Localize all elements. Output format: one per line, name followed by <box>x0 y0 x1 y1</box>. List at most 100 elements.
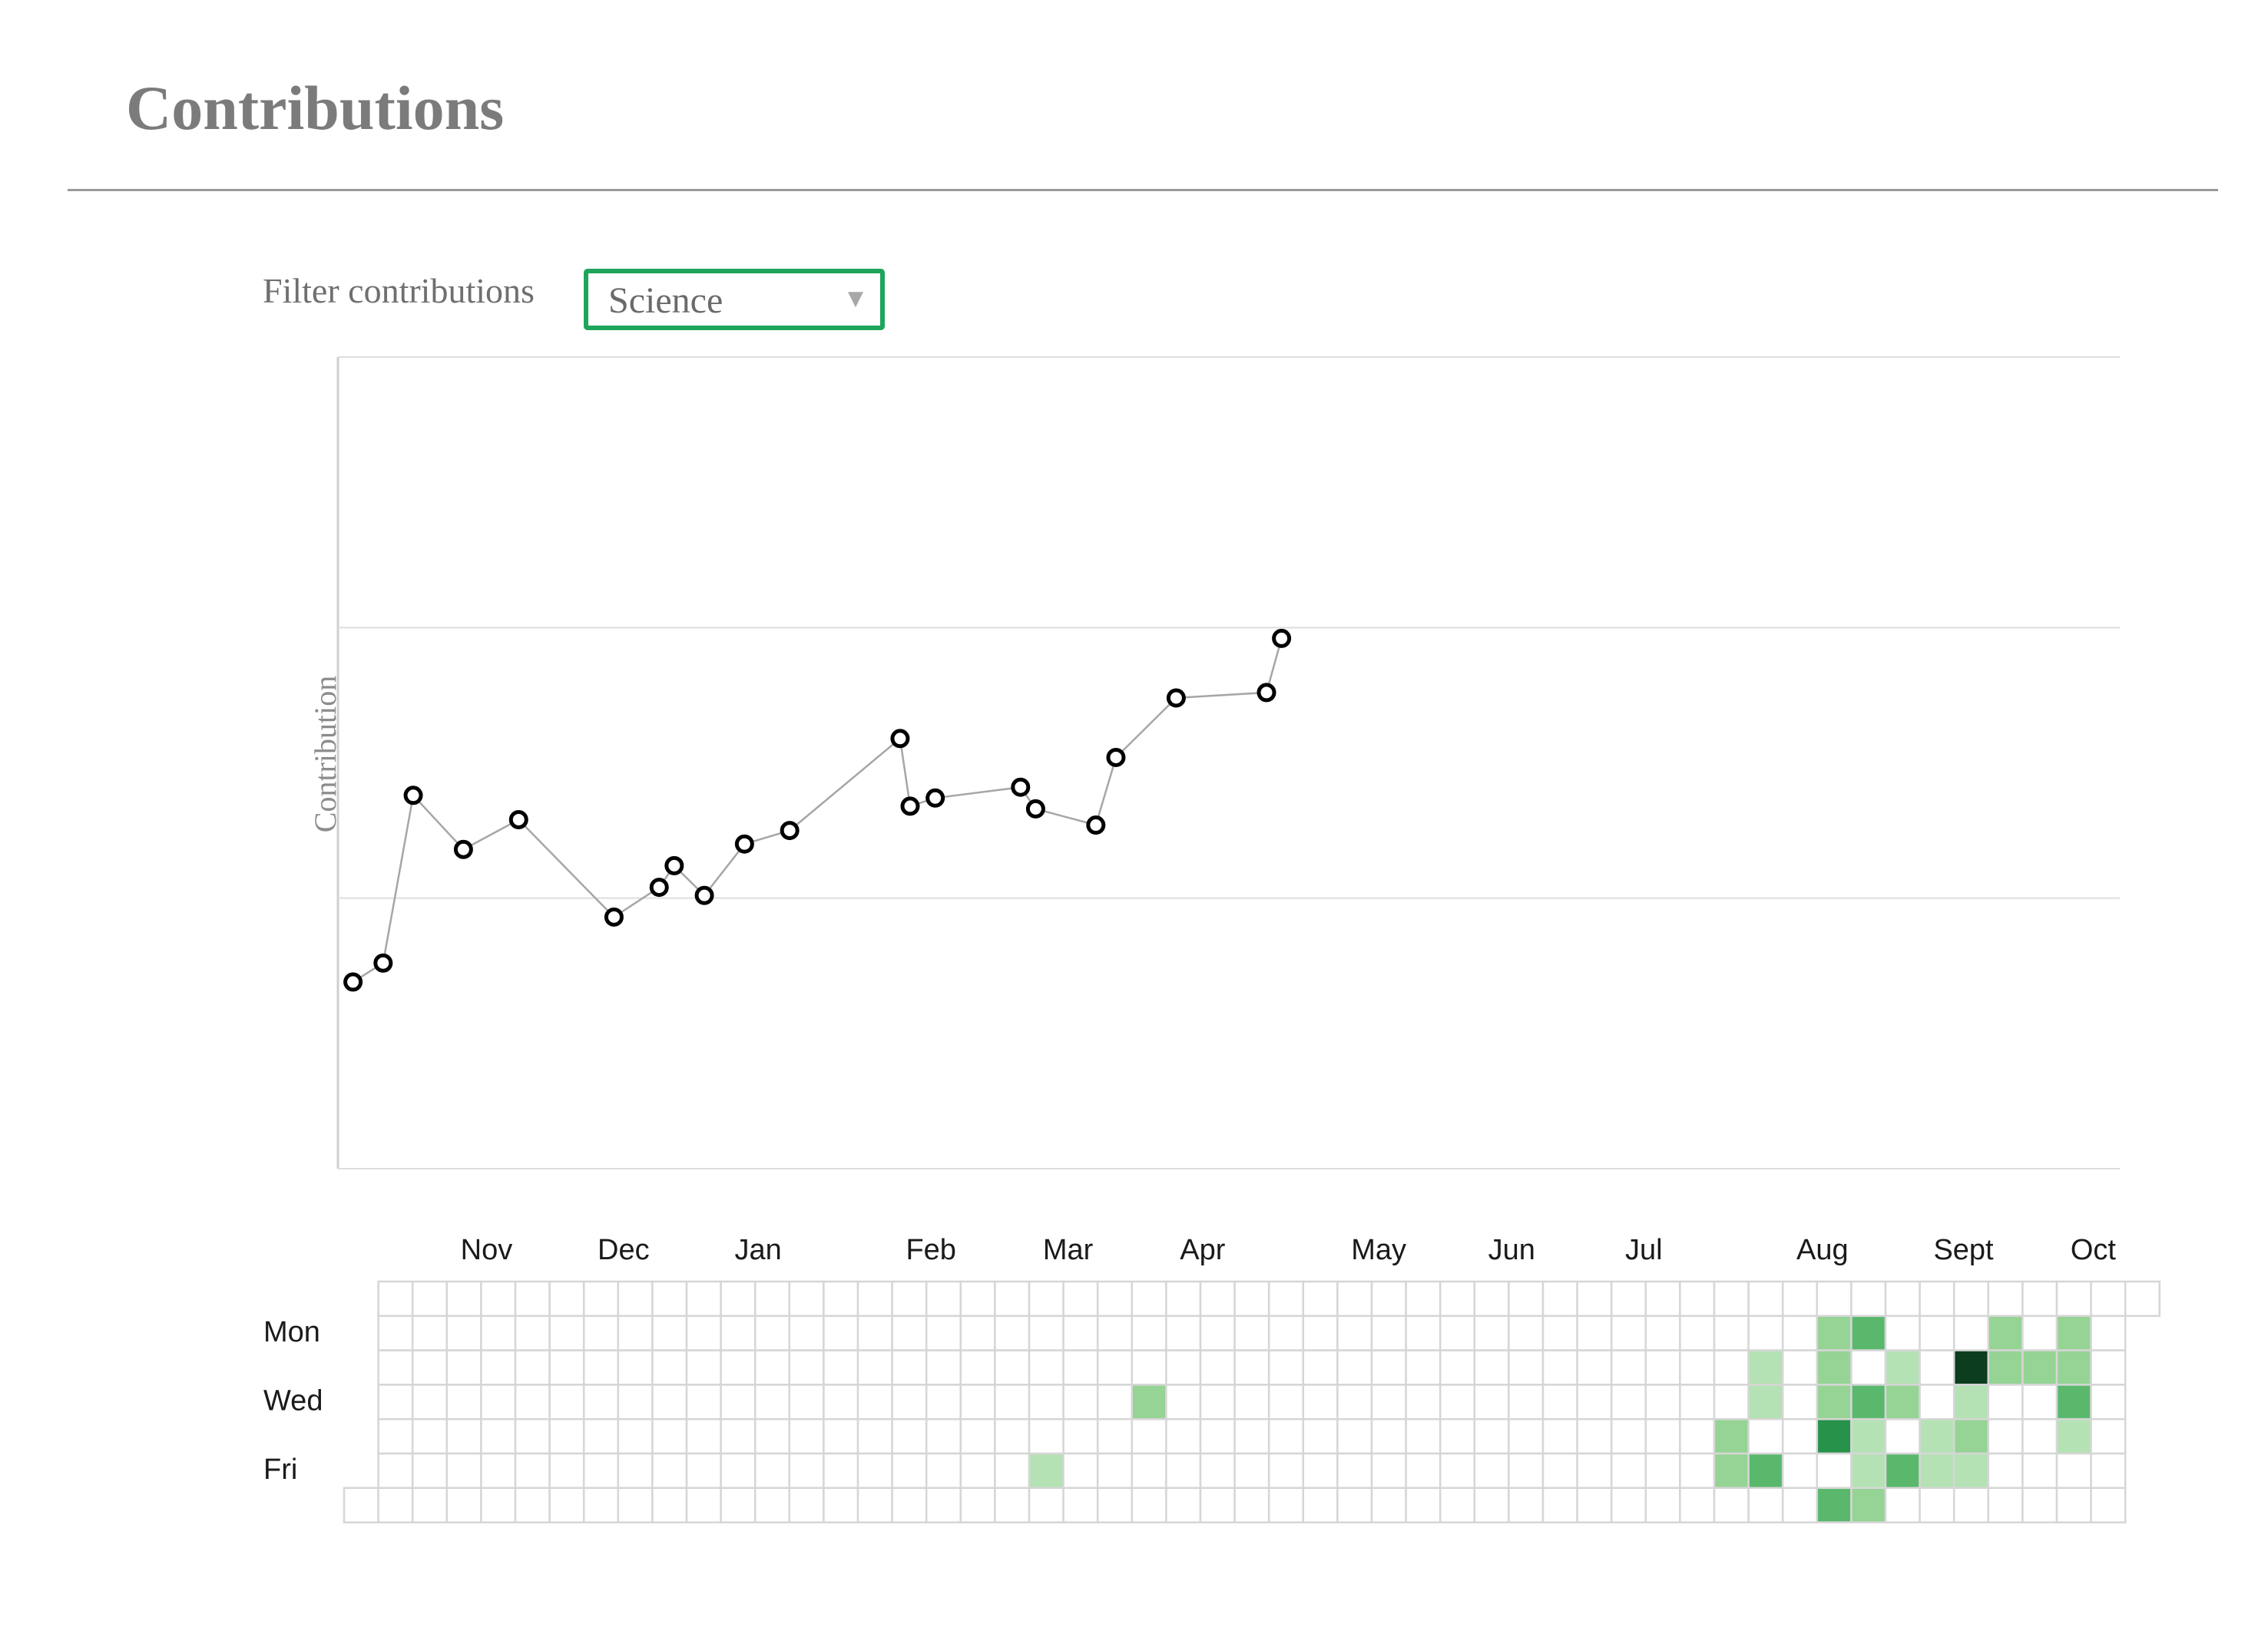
heatmap-cell[interactable] <box>2055 1417 2092 1455</box>
heatmap-cell[interactable] <box>1405 1487 1442 1523</box>
heatmap-cell[interactable] <box>1439 1315 1476 1351</box>
heatmap-cell[interactable] <box>617 1452 654 1490</box>
heatmap-cell[interactable] <box>788 1487 825 1523</box>
heatmap-cell[interactable] <box>823 1417 859 1455</box>
heatmap-cell[interactable] <box>480 1452 517 1490</box>
heatmap-cell[interactable] <box>1816 1315 1852 1351</box>
heatmap-cell[interactable] <box>1336 1452 1373 1490</box>
heatmap-cell[interactable] <box>1062 1452 1099 1490</box>
heatmap-cell[interactable] <box>1096 1417 1134 1455</box>
heatmap-cell[interactable] <box>1028 1349 1064 1386</box>
heatmap-cell[interactable] <box>1713 1417 1750 1455</box>
heatmap-cell[interactable] <box>2090 1417 2127 1455</box>
heatmap-cell[interactable] <box>856 1349 893 1386</box>
heatmap-cell[interactable] <box>1679 1349 1716 1386</box>
heatmap-cell[interactable] <box>1062 1487 1099 1523</box>
heatmap-cell[interactable] <box>411 1280 449 1318</box>
heatmap-cell[interactable] <box>1370 1452 1407 1490</box>
heatmap-cell[interactable] <box>959 1487 996 1523</box>
heatmap-cell[interactable] <box>1131 1384 1167 1421</box>
heatmap-cell[interactable] <box>1302 1384 1339 1421</box>
heatmap-cell[interactable] <box>2090 1315 2127 1351</box>
heatmap-cell[interactable] <box>1747 1315 1784 1351</box>
heatmap-cell[interactable] <box>1508 1384 1545 1421</box>
data-point[interactable] <box>508 809 528 829</box>
heatmap-cell[interactable] <box>1850 1315 1887 1351</box>
heatmap-cell[interactable] <box>1644 1349 1681 1386</box>
heatmap-cell[interactable] <box>1919 1349 1955 1386</box>
heatmap-cell[interactable] <box>2021 1280 2058 1318</box>
heatmap-cell[interactable] <box>685 1349 722 1386</box>
heatmap-cell[interactable] <box>1610 1280 1647 1318</box>
heatmap-cell[interactable] <box>1302 1452 1339 1490</box>
heatmap-cell[interactable] <box>1233 1487 1270 1523</box>
heatmap-cell[interactable] <box>651 1315 688 1351</box>
heatmap-cell[interactable] <box>1028 1487 1064 1523</box>
heatmap-cell[interactable] <box>994 1280 1031 1318</box>
heatmap-cell[interactable] <box>1302 1349 1339 1386</box>
heatmap-cell[interactable] <box>685 1487 722 1523</box>
heatmap-cell[interactable] <box>1679 1452 1716 1490</box>
heatmap-cell[interactable] <box>548 1315 585 1351</box>
heatmap-cell[interactable] <box>411 1452 449 1490</box>
heatmap-cell[interactable] <box>1405 1384 1442 1421</box>
heatmap-cell[interactable] <box>617 1487 654 1523</box>
heatmap-cell[interactable] <box>480 1487 517 1523</box>
heatmap-cell[interactable] <box>1439 1452 1476 1490</box>
heatmap-cell[interactable] <box>1884 1315 1921 1351</box>
heatmap-cell[interactable] <box>1028 1315 1064 1351</box>
heatmap-cell[interactable] <box>1336 1349 1373 1386</box>
heatmap-cell[interactable] <box>856 1452 893 1490</box>
heatmap-cell[interactable] <box>514 1487 551 1523</box>
heatmap-cell[interactable] <box>582 1417 620 1455</box>
heatmap-cell[interactable] <box>1644 1452 1681 1490</box>
heatmap-cell[interactable] <box>994 1417 1031 1455</box>
heatmap-cell[interactable] <box>1747 1417 1784 1455</box>
heatmap-cell[interactable] <box>753 1417 791 1455</box>
heatmap-cell[interactable] <box>548 1487 585 1523</box>
heatmap-cell[interactable] <box>1267 1487 1305 1523</box>
heatmap-cell[interactable] <box>1644 1487 1681 1523</box>
heatmap-cell[interactable] <box>548 1384 585 1421</box>
heatmap-cell[interactable] <box>925 1349 962 1386</box>
heatmap-cell[interactable] <box>1508 1349 1545 1386</box>
heatmap-cell[interactable] <box>1576 1417 1613 1455</box>
heatmap-cell[interactable] <box>685 1280 722 1318</box>
heatmap-cell[interactable] <box>1302 1417 1339 1455</box>
heatmap-cell[interactable] <box>582 1452 620 1490</box>
heatmap-cell[interactable] <box>2090 1384 2127 1421</box>
heatmap-cell[interactable] <box>925 1487 962 1523</box>
heatmap-cell[interactable] <box>1508 1315 1545 1351</box>
heatmap-cell[interactable] <box>1850 1417 1887 1455</box>
heatmap-cell[interactable] <box>2055 1487 2092 1523</box>
heatmap-cell[interactable] <box>377 1315 414 1351</box>
heatmap-cell[interactable] <box>651 1417 688 1455</box>
heatmap-cell[interactable] <box>617 1349 654 1386</box>
heatmap-cell[interactable] <box>1062 1315 1099 1351</box>
heatmap-cell[interactable] <box>1576 1349 1613 1386</box>
data-point[interactable] <box>1025 799 1045 819</box>
heatmap-cell[interactable] <box>959 1280 996 1318</box>
heatmap-cell[interactable] <box>856 1417 893 1455</box>
heatmap-cell[interactable] <box>1233 1349 1270 1386</box>
heatmap-cell[interactable] <box>720 1487 757 1523</box>
heatmap-cell[interactable] <box>1610 1384 1647 1421</box>
heatmap-cell[interactable] <box>1679 1280 1716 1318</box>
heatmap-cell[interactable] <box>1165 1349 1202 1386</box>
heatmap-cell[interactable] <box>377 1384 414 1421</box>
heatmap-cell[interactable] <box>1541 1452 1578 1490</box>
heatmap-cell[interactable] <box>1781 1487 1819 1523</box>
heatmap-cell[interactable] <box>2055 1280 2092 1318</box>
data-point[interactable] <box>1272 628 1292 648</box>
heatmap-cell[interactable] <box>445 1280 482 1318</box>
data-point[interactable] <box>664 855 684 875</box>
heatmap-cell[interactable] <box>1713 1384 1750 1421</box>
heatmap-cell[interactable] <box>1096 1452 1134 1490</box>
heatmap-cell[interactable] <box>959 1452 996 1490</box>
heatmap-cell[interactable] <box>445 1487 482 1523</box>
heatmap-cell[interactable] <box>823 1280 859 1318</box>
heatmap-cell[interactable] <box>2055 1315 2092 1351</box>
heatmap-cell[interactable] <box>1679 1384 1716 1421</box>
heatmap-cell[interactable] <box>1987 1280 2024 1318</box>
heatmap-cell[interactable] <box>445 1384 482 1421</box>
